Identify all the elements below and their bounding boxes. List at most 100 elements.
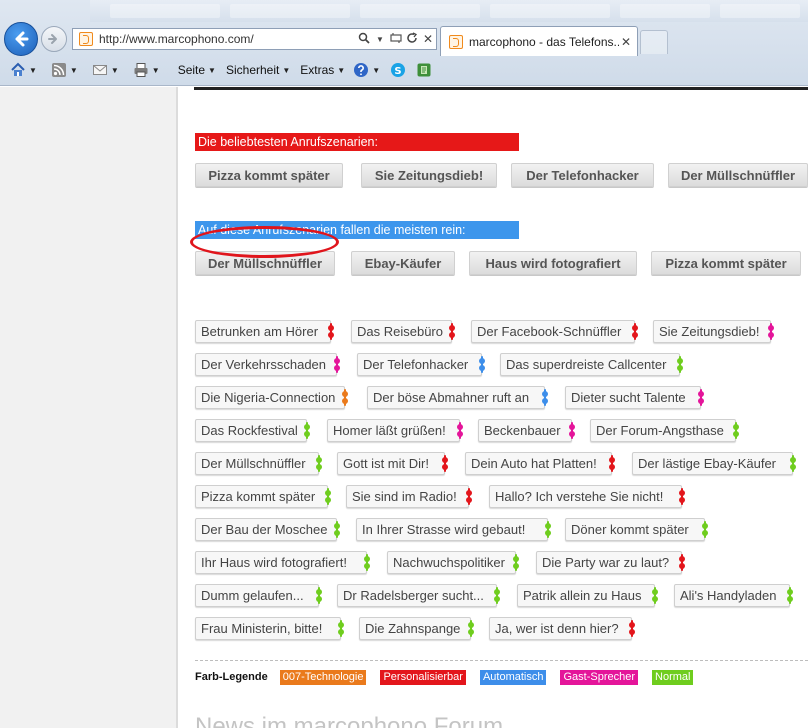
- help-button[interactable]: ▼: [353, 62, 380, 78]
- scenario-tag[interactable]: Das Rockfestival: [195, 419, 310, 442]
- scenario-tag-label: Ali's Handyladen: [680, 588, 777, 603]
- scenario-tag[interactable]: Der lästige Ebay-Käufer: [632, 452, 796, 475]
- legend-item-personalisierbar: Personalisierbar: [380, 669, 466, 685]
- scenario-tag[interactable]: Der Facebook-Schnüffler: [471, 320, 638, 343]
- scenario-tag[interactable]: Dieter sucht Talente: [565, 386, 704, 409]
- safety-menu-dropdown-icon: ▼: [282, 65, 291, 75]
- plug-icon: [652, 587, 658, 604]
- mail-button[interactable]: ▼: [92, 62, 119, 78]
- scenario-tag[interactable]: Beckenbauer: [478, 419, 575, 442]
- scenario-tag[interactable]: Nachwuchspolitiker: [387, 551, 519, 574]
- popular-button-telefonhacker[interactable]: Der Telefonhacker: [511, 163, 654, 187]
- scenario-tag-label: Hallo? Ich verstehe Sie nicht!: [495, 489, 664, 504]
- scenario-tag[interactable]: Die Nigeria-Connection: [195, 386, 348, 409]
- scenario-tag[interactable]: Ali's Handyladen: [674, 584, 793, 607]
- new-tab-button[interactable]: [640, 30, 668, 54]
- popular-button-pizza[interactable]: Pizza kommt später: [195, 163, 343, 187]
- plug-icon: [513, 554, 519, 571]
- color-legend: Farb-Legende 007-Technologie Personalisi…: [195, 669, 707, 685]
- evernote-button[interactable]: [416, 62, 432, 78]
- scenario-tag[interactable]: Der Verkehrsschaden: [195, 353, 340, 376]
- search-dropdown-icon[interactable]: ▼: [372, 35, 388, 44]
- scenario-tag[interactable]: Homer läßt grüßen!: [327, 419, 463, 442]
- fooled-button-haus-fotografiert[interactable]: Haus wird fotografiert: [469, 251, 637, 275]
- print-icon: [134, 63, 148, 77]
- browser-chrome: http://www.marcophono.com/ ▼ ✕ marcophon…: [0, 0, 808, 86]
- popular-scenarios-label: Die beliebtesten Anrufszenarien:: [195, 133, 519, 151]
- plug-icon: [334, 521, 340, 538]
- page-content: Die beliebtesten Anrufszenarien: Pizza k…: [180, 87, 808, 728]
- forward-button[interactable]: [41, 26, 67, 52]
- help-dropdown-icon[interactable]: ▼: [372, 66, 380, 75]
- address-url[interactable]: http://www.marcophono.com/: [99, 32, 356, 46]
- back-arrow-icon: [15, 31, 29, 47]
- legend-item-gast-sprecher: Gast-Sprecher: [560, 669, 639, 685]
- home-icon: [11, 62, 25, 76]
- plug-icon: [733, 422, 739, 439]
- page-menu[interactable]: Seite ▼: [176, 63, 216, 77]
- scenario-tag[interactable]: Sie sind im Radio!: [346, 485, 472, 508]
- feeds-button[interactable]: ▼: [51, 62, 78, 78]
- popular-button-zeitungsdieb[interactable]: Sie Zeitungsdieb!: [361, 163, 497, 187]
- scenario-tag[interactable]: Das superdreiste Callcenter: [500, 353, 683, 376]
- scenario-tag[interactable]: Der Bau der Moschee: [195, 518, 340, 541]
- print-button[interactable]: ▼: [133, 62, 160, 78]
- scenario-tag[interactable]: Betrunken am Hörer: [195, 320, 334, 343]
- tab-close-icon[interactable]: ✕: [619, 35, 633, 49]
- scenario-tag[interactable]: Dein Auto hat Platten!: [465, 452, 615, 475]
- scenario-tag[interactable]: Die Party war zu laut?: [536, 551, 685, 574]
- address-bar[interactable]: http://www.marcophono.com/ ▼ ✕: [72, 28, 437, 50]
- legend-item-normal: Normal: [652, 669, 694, 685]
- scenario-tag[interactable]: Dr Radelsberger sucht...: [337, 584, 500, 607]
- skype-button[interactable]: S: [390, 62, 406, 78]
- legend-item-007-technologie: 007-Technologie: [279, 669, 367, 685]
- scenario-tag[interactable]: Dumm gelaufen...: [195, 584, 322, 607]
- feeds-dropdown-icon[interactable]: ▼: [70, 66, 78, 75]
- scenario-tag[interactable]: Pizza kommt später: [195, 485, 331, 508]
- print-dropdown-icon[interactable]: ▼: [152, 66, 160, 75]
- scenario-tag-label: Betrunken am Hörer: [201, 324, 319, 339]
- home-dropdown-icon[interactable]: ▼: [29, 66, 37, 75]
- scenario-tag-label: Beckenbauer: [484, 423, 561, 438]
- search-icon[interactable]: [356, 32, 372, 47]
- extras-menu[interactable]: Extras ▼: [298, 63, 345, 77]
- plug-icon: [787, 587, 793, 604]
- safety-menu[interactable]: Sicherheit ▼: [224, 63, 290, 77]
- scenario-tag[interactable]: Die Zahnspange: [359, 617, 474, 640]
- fooled-button-pizza[interactable]: Pizza kommt später: [651, 251, 801, 275]
- plug-icon: [702, 521, 708, 538]
- plug-icon: [466, 488, 472, 505]
- scenario-tag[interactable]: Das Reisebüro: [351, 320, 455, 343]
- active-tab[interactable]: marcophono - das Telefons... ✕: [440, 26, 638, 56]
- scenario-tag[interactable]: Hallo? Ich verstehe Sie nicht!: [489, 485, 685, 508]
- scenario-tag[interactable]: Gott ist mit Dir!: [337, 452, 448, 475]
- scenario-tag[interactable]: Der Müllschnüffler: [195, 452, 322, 475]
- scenario-tag[interactable]: Frau Ministerin, bitte!: [195, 617, 344, 640]
- scenario-tag-label: Pizza kommt später: [201, 489, 316, 504]
- popular-button-muellschnueffler[interactable]: Der Müllschnüffler: [668, 163, 808, 187]
- scenario-tag[interactable]: Ja, wer ist denn hier?: [489, 617, 635, 640]
- scenario-tag[interactable]: Ihr Haus wird fotografiert!: [195, 551, 370, 574]
- scenario-tag[interactable]: Der Forum-Angsthase: [590, 419, 739, 442]
- plug-icon: [609, 455, 615, 472]
- compatibility-icon[interactable]: [388, 32, 404, 47]
- plug-icon: [316, 455, 322, 472]
- mail-dropdown-icon[interactable]: ▼: [111, 66, 119, 75]
- back-button[interactable]: [4, 22, 38, 56]
- refresh-icon[interactable]: [404, 31, 420, 47]
- scenario-tag-label: Ja, wer ist denn hier?: [495, 621, 619, 636]
- scenario-tag-label: Die Nigeria-Connection: [201, 390, 336, 405]
- home-button[interactable]: ▼: [10, 62, 37, 78]
- command-bar: ▼ ▼ ▼ ▼ Seite ▼ Sicherheit ▼ Extras ▼ ▼ …: [0, 58, 808, 82]
- scenario-tag[interactable]: In Ihrer Strasse wird gebaut!: [356, 518, 551, 541]
- stop-icon[interactable]: ✕: [420, 32, 436, 46]
- fooled-button-ebay-kaeufer[interactable]: Ebay-Käufer: [351, 251, 455, 275]
- scenario-tag[interactable]: Döner kommt später: [565, 518, 708, 541]
- scenario-tag[interactable]: Sie Zeitungsdieb!: [653, 320, 774, 343]
- favicon-icon: [79, 32, 93, 46]
- plug-icon: [316, 587, 322, 604]
- scenario-tag[interactable]: Patrik allein zu Haus: [517, 584, 658, 607]
- scenario-tag[interactable]: Der böse Abmahner ruft an: [367, 386, 548, 409]
- scenario-tag[interactable]: Der Telefonhacker: [357, 353, 485, 376]
- svg-text:S: S: [395, 66, 402, 77]
